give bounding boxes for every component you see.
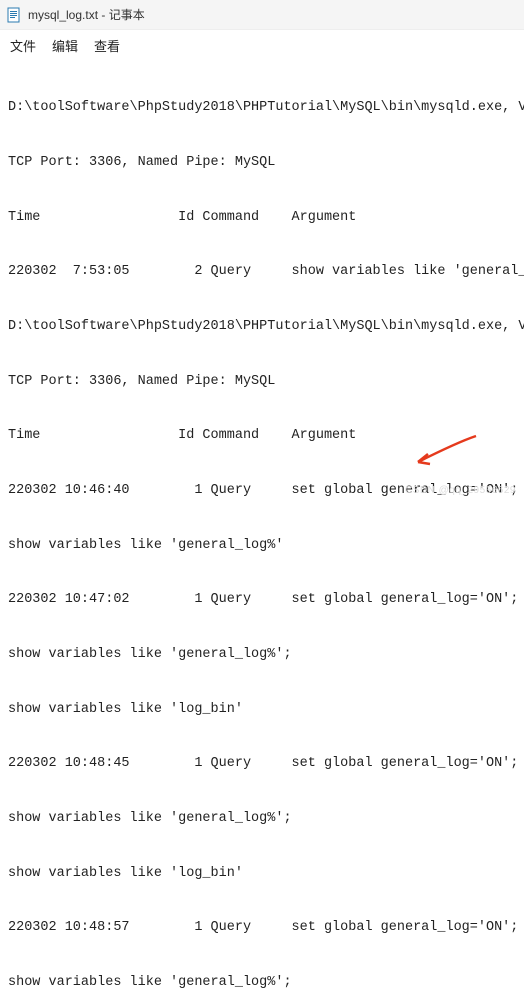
log-line: D:\toolSoftware\PhpStudy2018\PHPTutorial… xyxy=(8,99,516,117)
log-line: D:\toolSoftware\PhpStudy2018\PHPTutorial… xyxy=(8,318,516,336)
log-line: show variables like 'general_log%'; xyxy=(8,646,516,664)
menu-edit[interactable]: 编辑 xyxy=(52,36,78,55)
titlebar: mysql_log.txt - 记事本 xyxy=(0,0,524,30)
watermark: CSDN @qq_29566629 xyxy=(405,485,516,496)
log-line: Time Id Command Argument xyxy=(8,427,516,445)
window-title: mysql_log.txt - 记事本 xyxy=(28,6,145,23)
menubar: 文件 编辑 查看 xyxy=(0,30,524,61)
log-line: 220302 10:48:45 1 Query set global gener… xyxy=(8,755,516,773)
log-line: Time Id Command Argument xyxy=(8,209,516,227)
log-line: show variables like 'log_bin' xyxy=(8,701,516,719)
notepad-icon xyxy=(6,7,22,23)
log-line: 220302 10:48:57 1 Query set global gener… xyxy=(8,919,516,937)
menu-file[interactable]: 文件 xyxy=(10,36,36,55)
log-line: 220302 10:47:02 1 Query set global gener… xyxy=(8,591,516,609)
log-line: TCP Port: 3306, Named Pipe: MySQL xyxy=(8,154,516,172)
log-line: show variables like 'general_log%'; xyxy=(8,810,516,828)
menu-view[interactable]: 查看 xyxy=(94,36,120,55)
log-line: 220302 7:53:05 2 Query show variables li… xyxy=(8,263,516,281)
log-line: show variables like 'log_bin' xyxy=(8,865,516,883)
text-content[interactable]: D:\toolSoftware\PhpStudy2018\PHPTutorial… xyxy=(0,61,524,1000)
log-line: show variables like 'general_log%' xyxy=(8,537,516,555)
log-line: show variables like 'general_log%'; xyxy=(8,974,516,992)
log-line: TCP Port: 3306, Named Pipe: MySQL xyxy=(8,373,516,391)
